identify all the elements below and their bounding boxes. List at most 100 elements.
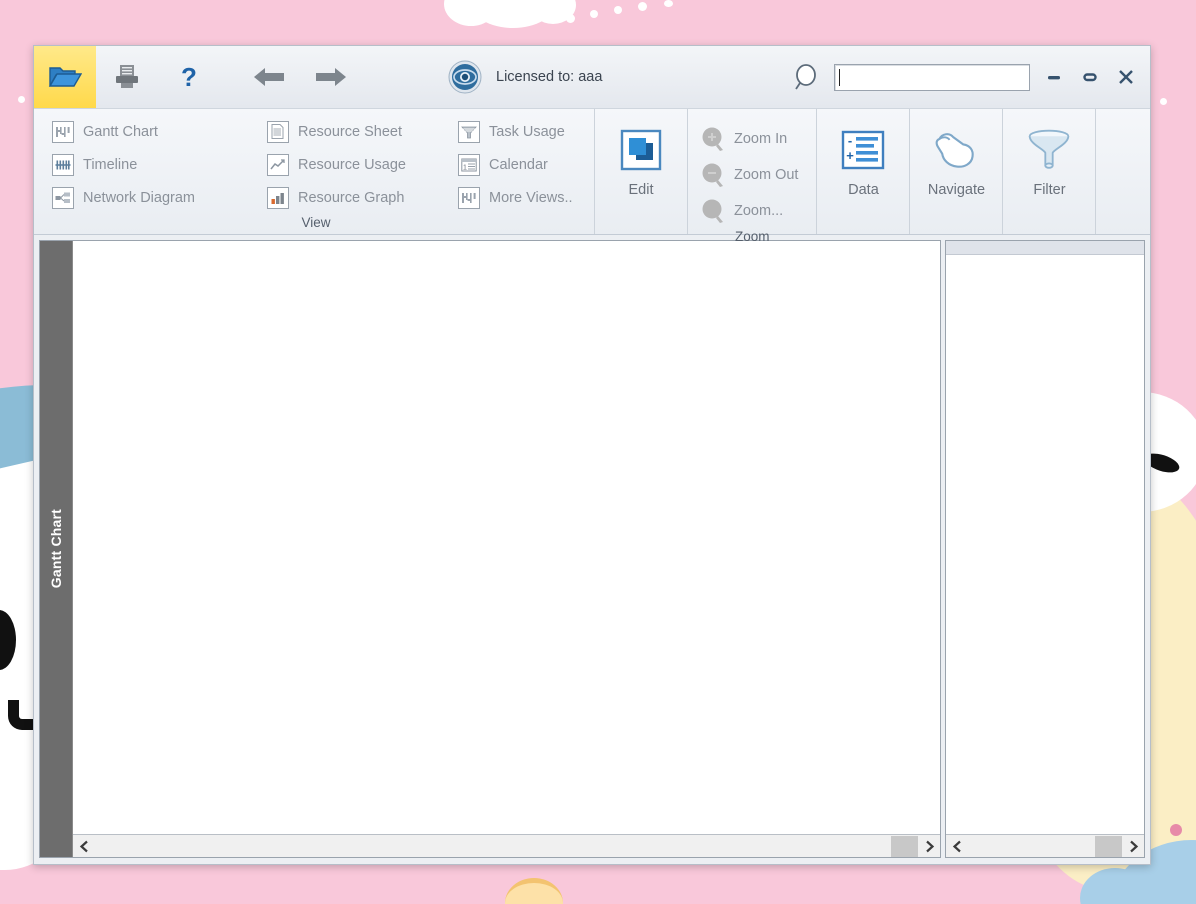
view-item-network-diagram[interactable]: Network Diagram [44, 181, 205, 214]
gantt-canvas[interactable] [73, 241, 940, 834]
zoom-icon [702, 199, 723, 223]
search-input[interactable] [834, 63, 1030, 91]
ribbon-group-filter: Filter [1002, 109, 1095, 234]
folder-open-icon [48, 67, 82, 87]
search-icon[interactable] [790, 61, 822, 93]
gantt-horizontal-scrollbar[interactable] [73, 834, 940, 857]
view-item-resource-usage[interactable]: Resource Usage [259, 148, 416, 181]
zoom-out-item[interactable]: Zoom Out [696, 157, 810, 193]
help-button[interactable]: ? [158, 46, 220, 108]
view-item-more-views[interactable]: More Views.. [450, 181, 583, 214]
svg-text:?: ? [181, 63, 197, 91]
more-views-icon [458, 186, 480, 209]
view-item-gantt-chart[interactable]: Gantt Chart [44, 115, 205, 148]
wallpaper-dot-pink [1170, 824, 1182, 836]
side-tab-label: Gantt Chart [48, 509, 64, 589]
edit-button[interactable]: Edit [595, 115, 687, 198]
zoom-out-icon [702, 163, 723, 187]
ribbon-group-label: View [301, 215, 331, 230]
search-field[interactable] [840, 69, 1029, 85]
navigate-button[interactable]: Navigate [910, 115, 1002, 198]
ribbon-group-zoom: Zoom In Zoom Out Zoom... Zoom [687, 109, 816, 244]
ribbon-group-label: Zoom [734, 229, 770, 244]
view-item-label: Resource Usage [298, 156, 406, 173]
scroll-left-button[interactable] [73, 836, 95, 857]
ribbon-group-data: - + Data [816, 109, 909, 234]
data-button[interactable]: - + Data [817, 115, 909, 198]
view-item-timeline[interactable]: Timeline [44, 148, 205, 181]
license-label: Licensed to: aaa [496, 69, 603, 85]
filter-button-label: Filter [1033, 182, 1066, 198]
zoom-in-icon [702, 127, 723, 151]
gantt-pane-inner [73, 241, 940, 857]
forward-button[interactable] [300, 46, 362, 108]
side-panel-body[interactable] [946, 255, 1144, 834]
view-item-calendar[interactable]: 1 Calendar [450, 148, 583, 181]
scroll-right-button[interactable] [918, 836, 940, 857]
ribbon-group-label [910, 230, 1002, 234]
wallpaper-dot [638, 2, 647, 11]
window-controls [790, 46, 1150, 108]
ribbon-group-navigate: Navigate [909, 109, 1002, 234]
side-panel [945, 240, 1145, 858]
ribbon-group-edit: Edit [594, 109, 687, 234]
ribbon-group-label [1003, 230, 1095, 234]
view-item-label: Network Diagram [83, 189, 195, 206]
resource-graph-icon [267, 186, 289, 209]
side-panel-horizontal-scrollbar[interactable] [946, 834, 1144, 857]
ribbon-group-label [595, 230, 687, 234]
view-item-resource-graph[interactable]: Resource Graph [259, 181, 416, 214]
printer-icon [116, 65, 138, 88]
svg-text:+: + [847, 148, 855, 163]
timeline-icon [52, 153, 74, 176]
view-item-resource-sheet[interactable]: Resource Sheet [259, 115, 416, 148]
maximize-icon [1083, 73, 1097, 82]
zoom-in-item[interactable]: Zoom In [696, 121, 810, 157]
network-diagram-icon [52, 186, 74, 209]
maximize-button[interactable] [1078, 65, 1102, 89]
data-button-label: Data [848, 182, 879, 198]
wallpaper-dot [590, 10, 598, 18]
scroll-track[interactable] [95, 835, 918, 857]
wallpaper-dot [18, 96, 25, 103]
wallpaper-dot [664, 0, 673, 7]
view-item-label: More Views.. [489, 189, 573, 206]
eye-logo-icon [448, 60, 482, 94]
scroll-thumb[interactable] [891, 835, 918, 857]
resource-usage-icon [267, 153, 289, 176]
gantt-pane: Gantt Chart [39, 240, 941, 858]
view-item-label: Calendar [489, 156, 548, 173]
zoom-dialog-item[interactable]: Zoom... [696, 193, 810, 229]
view-item-task-usage[interactable]: Task Usage [450, 115, 583, 148]
filter-button[interactable]: Filter [1003, 115, 1095, 198]
view-column-2: Resource Sheet Resource Usage Resource G… [253, 115, 422, 214]
chevron-left-icon [79, 840, 88, 852]
close-icon [1119, 70, 1133, 84]
scroll-thumb[interactable] [1095, 835, 1122, 857]
pointing-hand-icon [933, 127, 979, 173]
close-button[interactable] [1114, 65, 1138, 89]
data-list-icon: - + [840, 127, 886, 173]
back-button[interactable] [238, 46, 300, 108]
wallpaper-dot [614, 6, 622, 14]
print-button[interactable] [96, 46, 158, 108]
minimize-icon [1048, 76, 1060, 80]
side-tab-gantt-chart[interactable]: Gantt Chart [40, 241, 73, 857]
edit-windows-icon [618, 127, 664, 173]
desktop-background: ? Licensed to: aaa Gantt Chart Timeline … [0, 0, 1196, 904]
open-folder-button[interactable] [34, 46, 96, 108]
arrow-left-icon [254, 68, 284, 86]
minimize-button[interactable] [1042, 65, 1066, 89]
scroll-right-button[interactable] [1122, 836, 1144, 857]
application-window: ? Licensed to: aaa Gantt Chart Timeline … [33, 45, 1151, 865]
workspace: Gantt Chart [34, 235, 1150, 864]
scroll-track[interactable] [968, 835, 1122, 857]
funnel-icon [1026, 127, 1072, 173]
ribbon-toolbar: Gantt Chart Timeline Network Diagram Res… [34, 109, 1150, 244]
ribbon-group-empty [1095, 109, 1150, 234]
wallpaper-cloud [444, 0, 576, 28]
zoom-dialog-label: Zoom... [734, 203, 784, 219]
chevron-right-icon [1129, 840, 1138, 852]
scroll-left-button[interactable] [946, 836, 968, 857]
